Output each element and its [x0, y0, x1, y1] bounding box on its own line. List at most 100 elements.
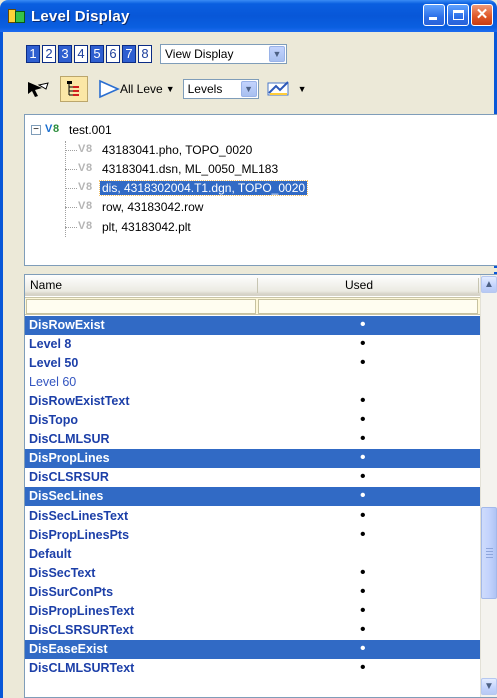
tree-item-label: plt, 43183042.plt: [102, 220, 191, 234]
view-mode-select[interactable]: View Display ▼: [160, 44, 287, 64]
view-5-button[interactable]: 5: [90, 45, 104, 63]
v8-reference-icon: V8: [78, 181, 93, 193]
level-used-indicator: •: [360, 620, 366, 638]
level-used-indicator: •: [360, 354, 366, 372]
close-button[interactable]: ✕: [471, 4, 493, 26]
tree-item-selected[interactable]: V8 dis, 4318302004.T1.dgn, TOPO_0020: [77, 179, 309, 197]
level-name: DisCLSRSUR: [29, 470, 109, 485]
minimize-button[interactable]: [423, 4, 445, 26]
level-name: Level 8: [29, 337, 72, 352]
level-row[interactable]: DisTopo •: [25, 411, 481, 430]
level-row[interactable]: DisPropLinesPts •: [25, 526, 481, 545]
maximize-button[interactable]: [447, 4, 469, 26]
level-toolbar: All Leve ▼ Levels ▼ ▼: [24, 75, 307, 103]
level-used-indicator: •: [360, 601, 366, 619]
view-mode-value: View Display: [165, 47, 234, 61]
vertical-scrollbar[interactable]: ▲ ▼: [480, 275, 497, 697]
v8-reference-icon: V8: [78, 220, 93, 232]
level-name: DisPropLinesText: [29, 603, 135, 618]
level-list: Name Used DisRowExist • Level 8 • Level 50 • L…: [24, 274, 497, 698]
v8-reference-icon: V8: [78, 200, 93, 212]
name-filter-input[interactable]: [26, 299, 256, 314]
level-row[interactable]: DisPropLinesText •: [25, 602, 481, 621]
level-row-selected[interactable]: DisEaseExist •: [25, 639, 481, 659]
level-row[interactable]: Level 50 •: [25, 354, 481, 373]
level-used-indicator: •: [360, 525, 366, 543]
tree-item[interactable]: V8 plt, 43183042.plt: [77, 218, 193, 236]
level-used-indicator: •: [360, 658, 366, 676]
level-name: DisSurConPts: [29, 584, 114, 599]
level-used-indicator: •: [360, 430, 366, 448]
scroll-up-button[interactable]: ▲: [481, 276, 497, 293]
level-row[interactable]: DisRowExistText •: [25, 392, 481, 411]
level-row[interactable]: Level 8 •: [25, 335, 481, 354]
pointer-button[interactable]: [24, 76, 52, 102]
minimize-icon: [429, 17, 437, 20]
scrollbar-thumb[interactable]: [481, 507, 497, 599]
level-row-selected[interactable]: DisSecLines •: [25, 487, 481, 507]
chevron-up-icon: ▲: [484, 279, 494, 290]
view-1-button[interactable]: 1: [26, 45, 40, 63]
tree-item[interactable]: V8 row, 43183042.row: [77, 198, 205, 216]
view-2-button[interactable]: 2: [42, 45, 56, 63]
level-row[interactable]: DisSecLinesText •: [25, 507, 481, 526]
tree-item[interactable]: V8 43183041.pho, TOPO_0020: [77, 141, 254, 159]
view-4-button[interactable]: 4: [74, 45, 88, 63]
level-used-indicator: •: [360, 335, 366, 353]
tree-view-toggle-button[interactable]: [60, 76, 88, 102]
pane-splitter[interactable]: [24, 268, 497, 272]
view-3-button[interactable]: 3: [58, 45, 72, 63]
chevron-down-icon: ▼: [484, 681, 494, 692]
view-7-button[interactable]: 7: [122, 45, 136, 63]
level-row[interactable]: DisCLMLSURText •: [25, 659, 481, 678]
level-row[interactable]: DisSurConPts •: [25, 583, 481, 602]
level-display-app-icon: [8, 7, 26, 25]
collapse-icon[interactable]: −: [31, 125, 41, 135]
level-name: Level 60: [29, 375, 77, 390]
all-levels-button[interactable]: All Leve ▼: [98, 76, 175, 102]
level-name: DisTopo: [29, 413, 79, 428]
scroll-down-button[interactable]: ▼: [481, 678, 497, 695]
filter-row: [25, 297, 481, 315]
column-header-used[interactable]: Used: [345, 278, 373, 292]
level-used-indicator: •: [360, 506, 366, 524]
tree-item-label: dis, 4318302004.T1.dgn, TOPO_0020: [98, 180, 309, 196]
level-name: DisCLMLSURText: [29, 660, 135, 675]
view-8-button[interactable]: 8: [138, 45, 152, 63]
level-used-indicator: •: [360, 468, 366, 486]
level-row[interactable]: Level 60: [25, 373, 481, 392]
level-manager-button[interactable]: ▼: [266, 76, 307, 102]
chevron-down-icon: ▼: [269, 46, 285, 62]
level-name: DisPropLines: [29, 451, 110, 466]
level-row[interactable]: DisCLSRSURText •: [25, 621, 481, 640]
filter-arrow-icon: [99, 79, 120, 99]
tree-root-item[interactable]: − V8 test.001: [31, 121, 114, 139]
view-6-button[interactable]: 6: [106, 45, 120, 63]
used-filter-input[interactable]: [258, 299, 478, 314]
level-name: DisSecText: [29, 565, 96, 580]
tree-item[interactable]: V8 43183041.dsn, ML_0050_ML183: [77, 160, 280, 178]
level-row[interactable]: Default: [25, 545, 481, 564]
caret-down-icon: ▼: [165, 84, 175, 94]
caret-down-icon: ▼: [297, 84, 307, 94]
level-name: Level 50: [29, 356, 79, 371]
level-row-selected[interactable]: DisPropLines •: [25, 449, 481, 469]
tree-item-label: row, 43183042.row: [102, 200, 204, 214]
level-used-indicator: •: [360, 392, 366, 410]
level-used-indicator: •: [360, 487, 366, 505]
level-row[interactable]: DisSecText •: [25, 564, 481, 583]
model-tree: − V8 test.001 V8 43183041.pho, TOPO_0020…: [24, 114, 497, 266]
column-header-name[interactable]: Name: [30, 278, 62, 292]
maximize-icon: [453, 10, 464, 20]
level-name: Default: [29, 546, 72, 561]
level-row[interactable]: DisCLMLSUR •: [25, 430, 481, 449]
v8-reference-icon: V8: [78, 143, 93, 155]
title-bar[interactable]: Level Display ✕: [0, 0, 497, 32]
tree-item-label: test.001: [69, 123, 112, 137]
levels-select[interactable]: Levels ▼: [182, 79, 259, 99]
level-used-indicator: •: [360, 316, 366, 333]
level-used-indicator: •: [360, 639, 366, 657]
level-row-selected[interactable]: DisRowExist •: [25, 316, 481, 335]
level-row[interactable]: DisCLSRSUR •: [25, 468, 481, 487]
level-used-indicator: •: [360, 411, 366, 429]
